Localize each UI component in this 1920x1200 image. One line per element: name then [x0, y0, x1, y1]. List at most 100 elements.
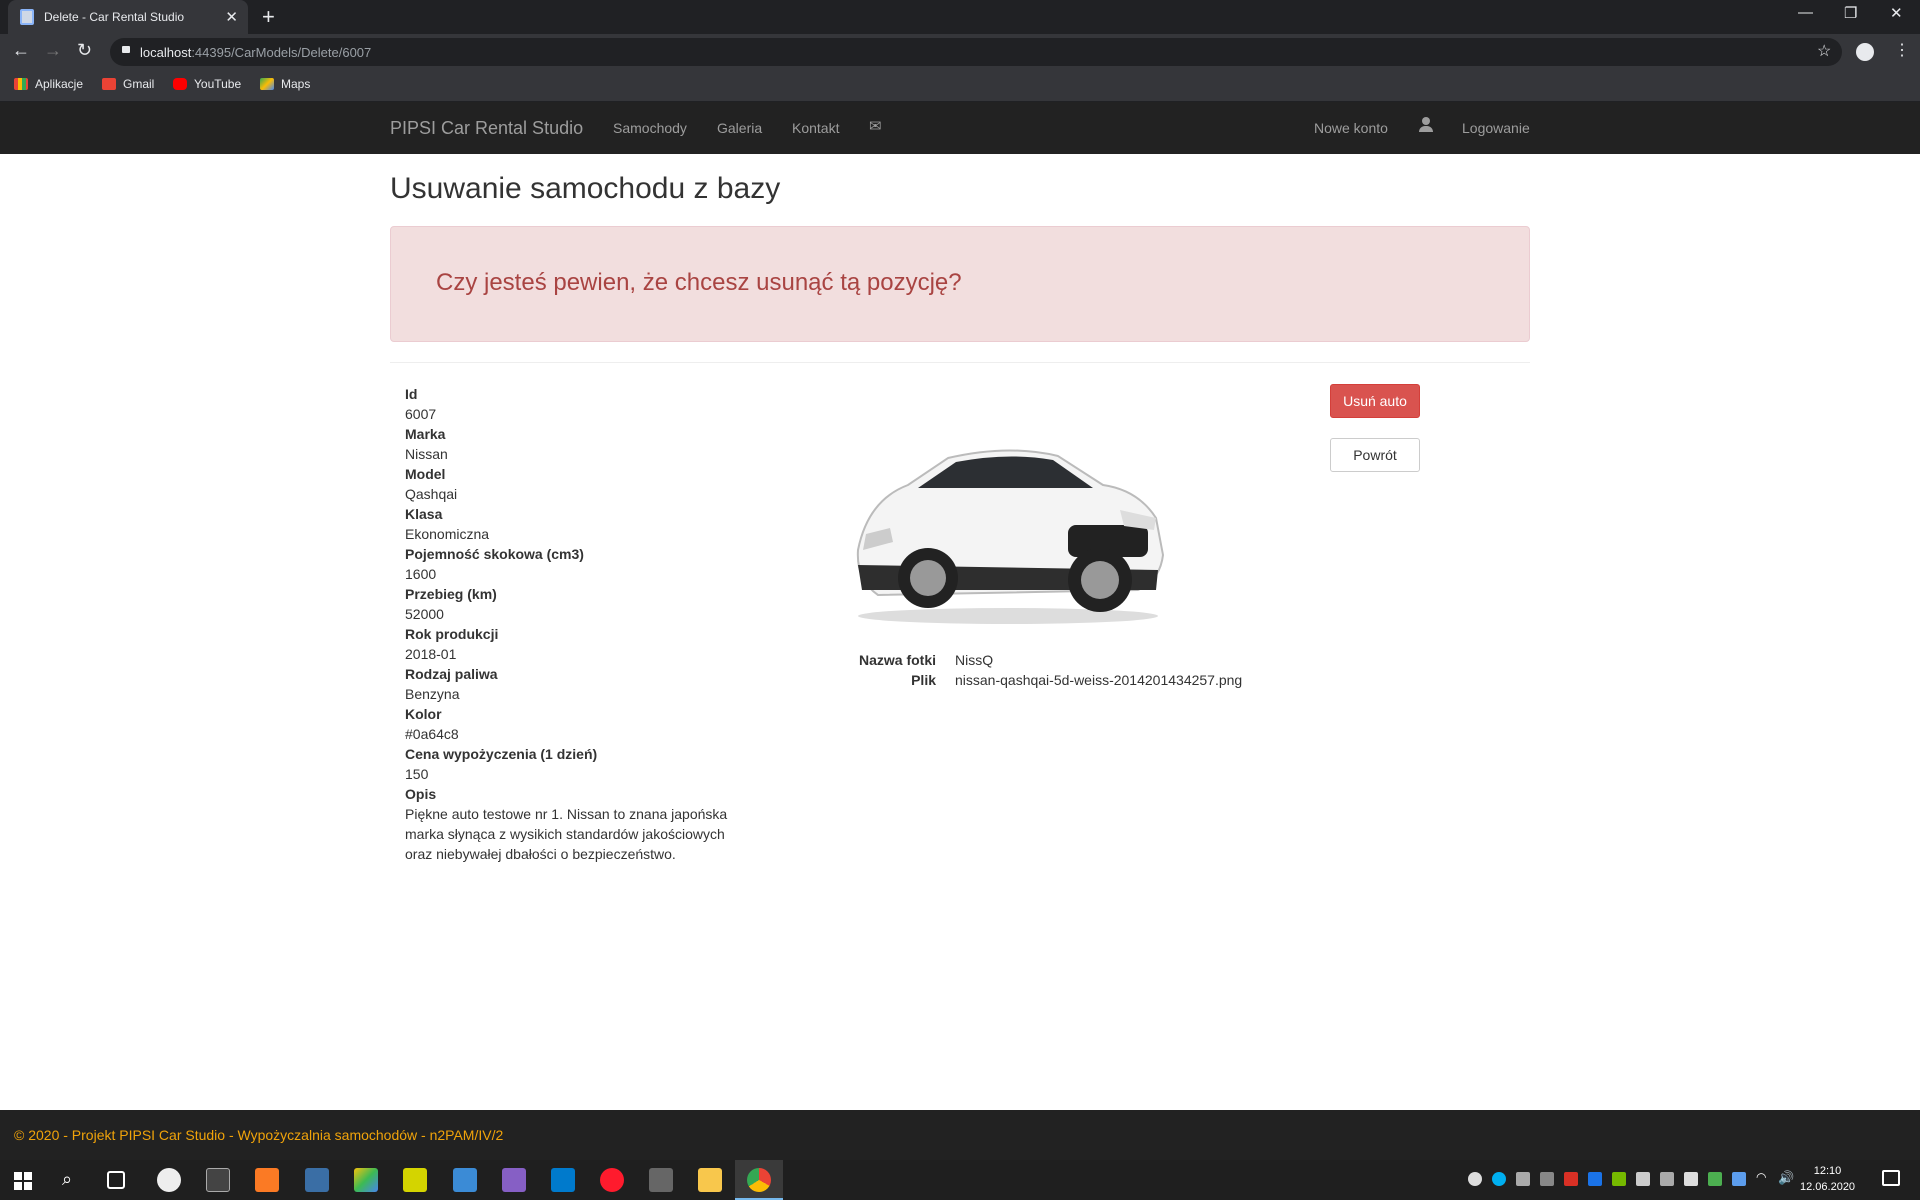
- tray-icon[interactable]: [1540, 1172, 1554, 1186]
- defender-icon[interactable]: [1708, 1172, 1722, 1186]
- bookmark-apps[interactable]: Aplikacje: [14, 77, 83, 91]
- nav-register[interactable]: Nowe konto: [1314, 120, 1388, 136]
- profile-icon[interactable]: [1856, 43, 1874, 61]
- close-tab-icon[interactable]: ✕: [225, 8, 238, 26]
- envelope-icon[interactable]: ✉: [869, 117, 882, 135]
- volume-icon[interactable]: 🔊: [1778, 1170, 1794, 1186]
- git-icon[interactable]: [354, 1168, 378, 1192]
- field-value: Ekonomiczna: [405, 526, 490, 542]
- usb-icon[interactable]: [1684, 1172, 1698, 1186]
- skype-icon[interactable]: [1492, 1172, 1506, 1186]
- back-icon[interactable]: ←: [12, 40, 30, 61]
- delete-car-button[interactable]: Usuń auto: [1330, 384, 1420, 418]
- terminal-icon[interactable]: [206, 1168, 230, 1192]
- youtube-icon: [173, 78, 187, 90]
- start-icon[interactable]: [14, 1172, 32, 1190]
- address-bar[interactable]: localhost:44395/CarModels/Delete/6007: [110, 38, 1842, 66]
- search-icon[interactable]: ⌕: [62, 1169, 72, 1190]
- tray-icon[interactable]: [1588, 1172, 1602, 1186]
- app-icon[interactable]: [403, 1168, 427, 1192]
- url-path: :44395/CarModels/Delete/6007: [191, 44, 372, 60]
- field-value: Qashqai: [405, 486, 458, 502]
- bluetooth-icon[interactable]: [1732, 1172, 1746, 1186]
- field-label: Klasa: [405, 506, 443, 522]
- photo-name-value: NissQ: [955, 652, 994, 668]
- task-view-icon[interactable]: [107, 1171, 125, 1189]
- site-footer: © 2020 - Projekt PIPSI Car Studio - Wypo…: [0, 1110, 1920, 1160]
- maps-icon: [260, 78, 274, 90]
- nav-login[interactable]: Logowanie: [1462, 120, 1530, 136]
- window-close-icon[interactable]: ✕: [1890, 4, 1903, 22]
- mail-icon[interactable]: [1564, 1172, 1578, 1186]
- bookmark-gmail[interactable]: Gmail: [102, 77, 154, 91]
- bookmark-label: Gmail: [123, 77, 155, 91]
- field-value: #0a64c8: [405, 726, 459, 742]
- system-clock[interactable]: 12:10 12.06.2020: [1800, 1163, 1855, 1195]
- chrome-taskbar-button[interactable]: [735, 1160, 783, 1200]
- calculator-icon[interactable]: [649, 1168, 673, 1192]
- lock-icon: [122, 46, 130, 53]
- vscode-icon[interactable]: [551, 1168, 575, 1192]
- minimize-icon[interactable]: —: [1798, 4, 1813, 21]
- field-label: Rodzaj paliwa: [405, 666, 498, 682]
- menu-icon[interactable]: ⋮: [1894, 40, 1910, 60]
- brand-link[interactable]: PIPSI Car Rental Studio: [390, 118, 583, 139]
- clock-time: 12:10: [1813, 1165, 1842, 1177]
- nav-samochody[interactable]: Samochody: [613, 120, 687, 136]
- gmail-icon: [102, 78, 116, 90]
- car-photo: [856, 449, 1165, 624]
- xampp-icon[interactable]: [255, 1168, 279, 1192]
- folder-icon[interactable]: [698, 1168, 722, 1192]
- browser-tab-strip: [0, 0, 1920, 34]
- url-host: localhost: [140, 44, 192, 60]
- user-icon[interactable]: [1419, 117, 1433, 133]
- field-value: 52000: [405, 606, 444, 622]
- tab-title: Delete - Car Rental Studio: [44, 10, 185, 24]
- apps-icon: [14, 78, 28, 90]
- sql-icon[interactable]: [305, 1168, 329, 1192]
- field-label: Przebieg (km): [405, 586, 497, 602]
- footer-text: © 2020 - Projekt PIPSI Car Studio - Wypo…: [14, 1127, 504, 1143]
- browser-tab[interactable]: Delete - Car Rental Studio ✕: [8, 0, 248, 34]
- new-tab-icon[interactable]: +: [262, 4, 275, 30]
- field-value: 1600: [405, 566, 437, 582]
- back-button[interactable]: Powrót: [1330, 438, 1420, 472]
- site-navbar: [0, 102, 1920, 154]
- bookmark-maps[interactable]: Maps: [260, 77, 310, 91]
- page-icon: [20, 9, 34, 25]
- confirm-alert: Czy jesteś pewien, że chcesz usunąć tą p…: [390, 226, 1530, 342]
- chrome-icon: [747, 1168, 771, 1192]
- visual-studio-icon[interactable]: [502, 1168, 526, 1192]
- nvidia-icon[interactable]: [1612, 1172, 1626, 1186]
- reload-icon[interactable]: ↻: [77, 40, 92, 61]
- cloud-icon[interactable]: [1468, 1172, 1482, 1186]
- wifi-icon[interactable]: ◠: [1756, 1170, 1766, 1184]
- notifications-icon[interactable]: [1882, 1170, 1900, 1186]
- app-icon[interactable]: [157, 1168, 181, 1192]
- restore-icon[interactable]: ❐: [1844, 4, 1857, 22]
- bookmark-label: YouTube: [194, 77, 242, 91]
- field-value: 150: [405, 766, 429, 782]
- description-text: Piękne auto testowe nr 1. Nissan to znan…: [405, 806, 728, 862]
- field-label: Rok produkcji: [405, 626, 499, 642]
- bookmark-youtube[interactable]: YouTube: [173, 77, 241, 91]
- field-label: Kolor: [405, 706, 442, 722]
- photo-name-label: Nazwa fotki: [858, 652, 936, 668]
- field-label: Id: [405, 386, 418, 402]
- description-label: Opis: [405, 786, 437, 802]
- app-icon[interactable]: [453, 1168, 477, 1192]
- clock-date: 12.06.2020: [1800, 1181, 1856, 1193]
- field-label: Pojemność skokowa (cm3): [405, 546, 584, 562]
- forward-icon[interactable]: →: [44, 40, 62, 61]
- nav-kontakt[interactable]: Kontakt: [792, 120, 839, 136]
- windows-taskbar: [0, 1160, 1920, 1200]
- field-value: Nissan: [405, 446, 448, 462]
- field-label: Cena wypożyczenia (1 dzień): [405, 746, 598, 762]
- nav-galeria[interactable]: Galeria: [717, 120, 762, 136]
- field-value: Benzyna: [405, 686, 460, 702]
- star-icon[interactable]: ☆: [1817, 41, 1831, 61]
- slack-icon[interactable]: [1516, 1172, 1530, 1186]
- tray-icon[interactable]: [1660, 1172, 1674, 1186]
- opera-icon[interactable]: [600, 1168, 624, 1192]
- tray-icon[interactable]: [1636, 1172, 1650, 1186]
